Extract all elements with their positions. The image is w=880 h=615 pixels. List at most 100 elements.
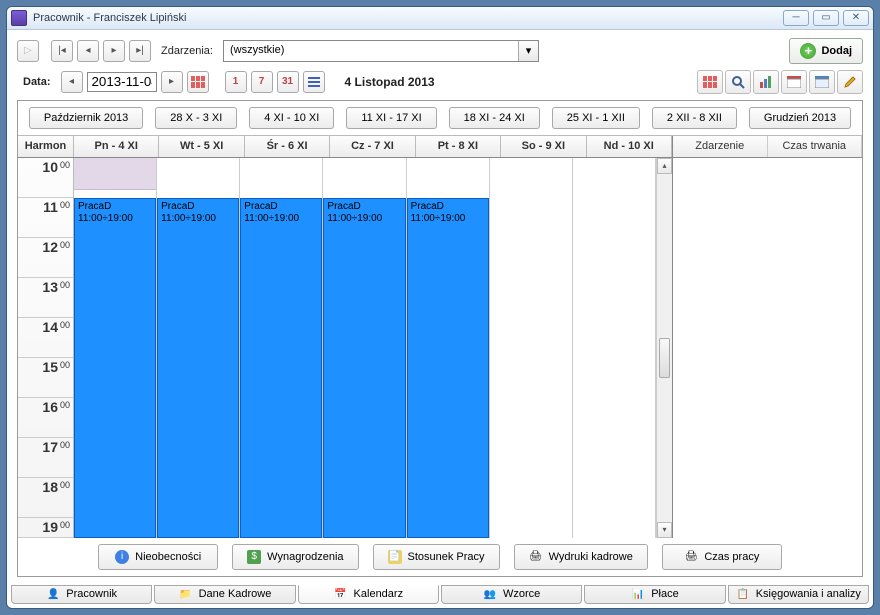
printer-icon-2: 🖨 [684, 550, 698, 564]
content: ▷ |◂ ◂ ▸ ▸| Zdarzenia: (wszystkie) ▾ + D… [7, 30, 873, 585]
view-day-1-button[interactable]: 1 [225, 71, 247, 93]
day-col-sun[interactable] [573, 158, 656, 538]
tool-search-button[interactable] [725, 70, 751, 94]
nav-next-button[interactable]: ▸ [103, 40, 125, 62]
day-header-fri[interactable]: Pt - 8 XI [416, 136, 501, 157]
bottom-tabs: 👤 Pracownik 📁 Dane Kadrowe 📅 Kalendarz 👥… [7, 585, 873, 608]
add-button[interactable]: + Dodaj [789, 38, 863, 64]
tool-chart-button[interactable] [753, 70, 779, 94]
events-select-arrow[interactable]: ▾ [518, 41, 538, 61]
tab-calendar[interactable]: 📅 Kalendarz [298, 585, 439, 604]
day-col-fri[interactable]: PracaD 11:00÷19:00 [407, 158, 490, 538]
tab-patterns[interactable]: 👥 Wzorce [441, 585, 582, 604]
event-work-wed[interactable]: PracaD 11:00÷19:00 [240, 198, 322, 538]
event-work-fri[interactable]: PracaD 11:00÷19:00 [407, 198, 489, 538]
action-worktime[interactable]: 🖨 Czas pracy [662, 544, 782, 570]
printer-icon: 🖨 [529, 550, 543, 564]
events-select[interactable]: (wszystkie) ▾ [223, 40, 539, 62]
event-work-tue[interactable]: PracaD 11:00÷19:00 [157, 198, 239, 538]
day-header-sun[interactable]: Nd - 10 XI [587, 136, 672, 157]
plus-icon: + [800, 43, 816, 59]
tool-calendar-1-button[interactable] [781, 70, 807, 94]
calendar-picker-button[interactable] [187, 71, 209, 93]
view-week-7-button[interactable]: 7 [251, 71, 273, 93]
folder-icon: 📁 [179, 587, 193, 601]
events-select-value: (wszystkie) [224, 41, 518, 61]
date-prev-button[interactable]: ◂ [61, 71, 83, 93]
event-work-thu[interactable]: PracaD 11:00÷19:00 [323, 198, 405, 538]
day-col-tue[interactable]: PracaD 11:00÷19:00 [157, 158, 240, 538]
event-placeholder-mon[interactable] [74, 158, 156, 190]
week-nav: Październik 2013 28 X - 3 XI 4 XI - 10 X… [18, 101, 862, 135]
add-button-label: Dodaj [821, 45, 852, 57]
date-next-button[interactable]: ▸ [161, 71, 183, 93]
week-nav-w2[interactable]: 4 XI - 10 XI [249, 107, 334, 129]
close-button[interactable]: ✕ [843, 10, 869, 26]
nav-prev-button[interactable]: ◂ [77, 40, 99, 62]
calendar-grid: Harmon Pn - 4 XI Wt - 5 XI Śr - 6 XI Cz … [18, 136, 672, 538]
scroll-down-arrow[interactable]: ▾ [657, 522, 672, 538]
day-col-sat[interactable] [490, 158, 573, 538]
date-label: Data: [23, 76, 51, 88]
scroll-thumb[interactable] [659, 338, 670, 378]
day-col-thu[interactable]: PracaD 11:00÷19:00 [323, 158, 406, 538]
hour-15: 1500 [18, 358, 73, 398]
hour-10: 1000 [18, 158, 73, 198]
day-col-wed[interactable]: PracaD 11:00÷19:00 [240, 158, 323, 538]
week-nav-w1[interactable]: 28 X - 3 XI [155, 107, 237, 129]
day-header-sat[interactable]: So - 9 XI [501, 136, 586, 157]
day-header-mon[interactable]: Pn - 4 XI [74, 136, 159, 157]
tool-grid-button[interactable] [697, 70, 723, 94]
view-list-button[interactable] [303, 71, 325, 93]
day-header-thu[interactable]: Cz - 7 XI [330, 136, 415, 157]
day-col-mon[interactable]: PracaD 11:00÷19:00 [74, 158, 157, 538]
calendar-area: Harmon Pn - 4 XI Wt - 5 XI Śr - 6 XI Cz … [18, 135, 862, 538]
side-header: Zdarzenie Czas trwania [673, 136, 862, 158]
week-nav-w5[interactable]: 25 XI - 1 XII [552, 107, 640, 129]
week-nav-w4[interactable]: 18 XI - 24 XI [449, 107, 540, 129]
list-icon: 📋 [736, 587, 750, 601]
app-window: Pracownik - Franciszek Lipiński ─ ▭ ✕ ▷ … [6, 6, 874, 609]
vertical-scrollbar[interactable]: ▴ ▾ [656, 158, 672, 538]
grid-header: Harmon Pn - 4 XI Wt - 5 XI Śr - 6 XI Cz … [18, 136, 672, 158]
date-input[interactable] [87, 72, 157, 92]
hour-16: 1600 [18, 398, 73, 438]
time-axis: 1000 1100 1200 1300 1400 1500 1600 1700 … [18, 158, 74, 538]
tab-accounting[interactable]: 📋 Księgowania i analizy [728, 585, 869, 604]
week-nav-next-month[interactable]: Grudzień 2013 [749, 107, 851, 129]
week-nav-w6[interactable]: 2 XII - 8 XII [652, 107, 737, 129]
calendar-panel: Październik 2013 28 X - 3 XI 4 XI - 10 X… [17, 100, 863, 577]
time-header: Harmon [18, 136, 74, 157]
person-icon: 👤 [46, 587, 60, 601]
week-nav-w3[interactable]: 11 XI - 17 XI [346, 107, 436, 129]
nav-first-button[interactable]: |◂ [51, 40, 73, 62]
view-month-31-button[interactable]: 31 [277, 71, 299, 93]
days-container: PracaD 11:00÷19:00 PracaD 11:00÷19:00 [74, 158, 656, 538]
day-header-tue[interactable]: Wt - 5 XI [159, 136, 244, 157]
tab-employee[interactable]: 👤 Pracownik [11, 585, 152, 604]
hour-11: 1100 [18, 198, 73, 238]
window-controls: ─ ▭ ✕ [783, 10, 869, 26]
action-employment[interactable]: 📄 Stosunek Pracy [373, 544, 500, 570]
tab-pay[interactable]: 📊 Płace [584, 585, 725, 604]
nav-last-button[interactable]: ▸| [129, 40, 151, 62]
day-header-wed[interactable]: Śr - 6 XI [245, 136, 330, 157]
side-col-duration[interactable]: Czas trwania [768, 136, 863, 157]
nav-play-button[interactable]: ▷ [17, 40, 39, 62]
event-work-mon[interactable]: PracaD 11:00÷19:00 [74, 198, 156, 538]
maximize-button[interactable]: ▭ [813, 10, 839, 26]
side-col-event[interactable]: Zdarzenie [673, 136, 768, 157]
tool-calendar-2-button[interactable] [809, 70, 835, 94]
tab-hr-data[interactable]: 📁 Dane Kadrowe [154, 585, 295, 604]
events-label: Zdarzenia: [161, 45, 213, 57]
action-wages[interactable]: $ Wynagrodzenia [232, 544, 358, 570]
action-absences[interactable]: i Nieobecności [98, 544, 218, 570]
minimize-button[interactable]: ─ [783, 10, 809, 26]
tool-edit-button[interactable] [837, 70, 863, 94]
scroll-up-arrow[interactable]: ▴ [657, 158, 672, 174]
hour-14: 1400 [18, 318, 73, 358]
action-hr-prints[interactable]: 🖨 Wydruki kadrowe [514, 544, 648, 570]
calendar-icon: 📅 [334, 587, 348, 601]
week-nav-prev-month[interactable]: Październik 2013 [29, 107, 143, 129]
hour-18: 1800 [18, 478, 73, 518]
